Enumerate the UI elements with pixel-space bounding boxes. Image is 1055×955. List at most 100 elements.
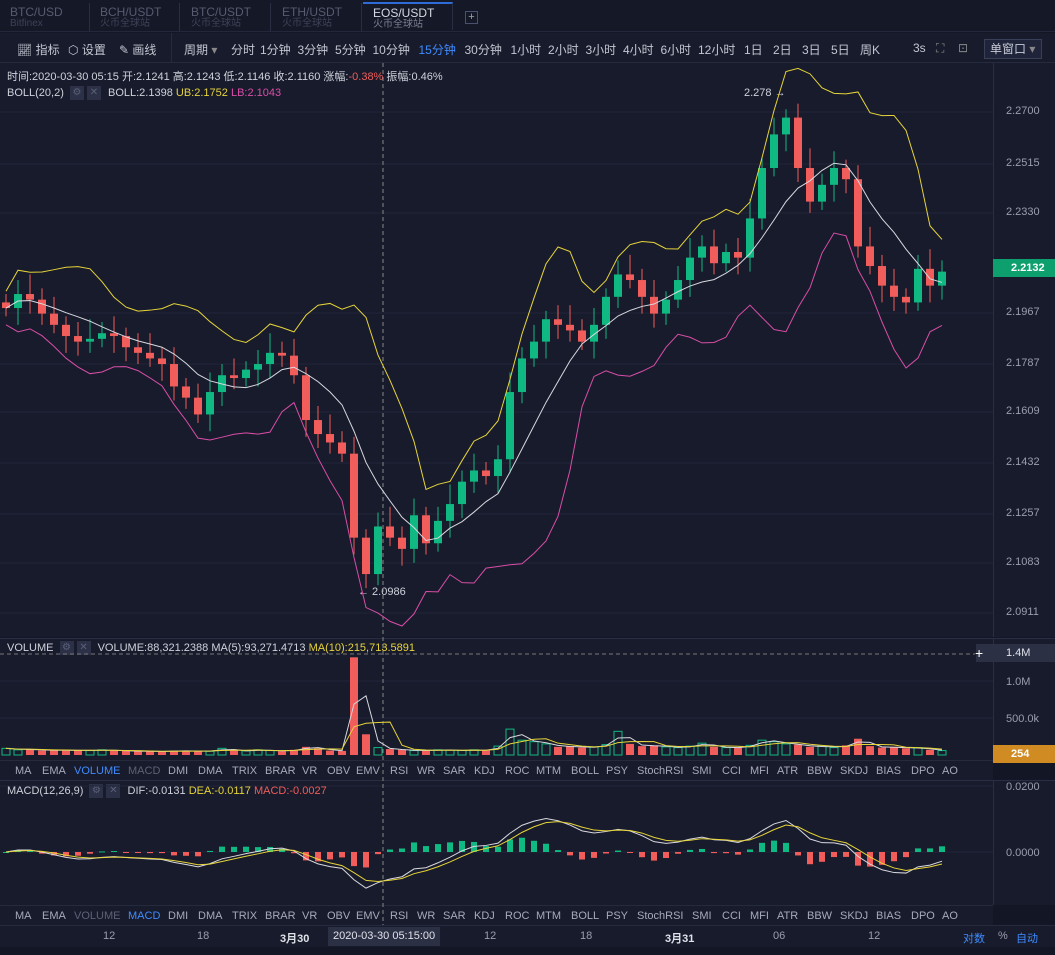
macd-histogram-bar bbox=[99, 851, 105, 853]
volume-bar bbox=[626, 743, 634, 755]
candle-body bbox=[194, 397, 202, 415]
volume-bar bbox=[362, 734, 370, 755]
macd-axis-label: 0.0200 bbox=[1006, 781, 1040, 793]
candle-body bbox=[770, 134, 778, 169]
candle-body bbox=[146, 352, 154, 359]
candle-body bbox=[698, 246, 706, 258]
candle-body bbox=[422, 515, 430, 544]
price-axis-label: 2.1083 bbox=[1006, 556, 1040, 568]
volume-bar bbox=[541, 743, 551, 756]
volume-axis[interactable]: 1.4M 1.0M 500.0k bbox=[976, 638, 1055, 760]
candle-body bbox=[878, 266, 886, 286]
candle-body bbox=[782, 117, 790, 135]
macd-histogram-bar bbox=[627, 852, 633, 853]
volume-bar bbox=[278, 751, 286, 755]
volume-bar bbox=[398, 749, 406, 755]
candle-body bbox=[386, 526, 394, 538]
macd-histogram-bar bbox=[903, 852, 909, 858]
macd-histogram-bar bbox=[411, 842, 417, 852]
volume-bar bbox=[781, 743, 791, 756]
boll-lower-line bbox=[5, 232, 943, 627]
candle-body bbox=[722, 252, 730, 264]
macd-histogram-bar bbox=[399, 848, 405, 852]
time-axis-label: 18 bbox=[197, 930, 210, 942]
volume-bar bbox=[1, 747, 11, 756]
volume-bar bbox=[566, 746, 574, 755]
macd-histogram-bar bbox=[123, 852, 129, 853]
volume-bar bbox=[241, 750, 251, 756]
macd-histogram-bar bbox=[111, 850, 117, 852]
macd-histogram-bar bbox=[579, 852, 585, 860]
candle-body bbox=[410, 515, 418, 549]
time-axis-label: 12 bbox=[484, 930, 497, 942]
macd-histogram-bar bbox=[819, 852, 825, 862]
candle-body bbox=[554, 319, 562, 325]
time-axis-label: 12 bbox=[868, 930, 881, 942]
candle-body bbox=[518, 358, 526, 393]
candle-body bbox=[506, 392, 514, 460]
candle-body bbox=[62, 324, 70, 337]
candle-body bbox=[182, 386, 190, 398]
price-axis[interactable]: 2.2700 2.2515 2.2330 2.1967 2.1787 2.1609 2.14… bbox=[993, 63, 1055, 637]
candle-body bbox=[890, 285, 898, 297]
macd-histogram-bar bbox=[171, 852, 177, 856]
volume-bar bbox=[158, 751, 166, 755]
volume-bar bbox=[650, 745, 658, 755]
macd-histogram-bar bbox=[87, 852, 93, 854]
volume-bar bbox=[38, 750, 46, 755]
macd-histogram-bar bbox=[783, 842, 789, 852]
macd-histogram-bar bbox=[639, 852, 645, 858]
macd-axis[interactable]: 0.0200 0.0000 bbox=[993, 780, 1055, 905]
price-axis-label: 2.2515 bbox=[1006, 157, 1040, 169]
volume-bar bbox=[685, 745, 695, 756]
candle-body bbox=[626, 274, 634, 281]
volume-bar bbox=[205, 750, 215, 756]
macd-histogram-bar bbox=[603, 852, 609, 854]
candle-body bbox=[170, 364, 178, 387]
candle-body bbox=[926, 268, 934, 286]
candle-body bbox=[614, 274, 622, 297]
volume-bar bbox=[529, 741, 539, 756]
volume-last-tag: 254 bbox=[993, 745, 1055, 763]
macd-histogram-bar bbox=[675, 852, 681, 854]
candle-body bbox=[566, 324, 574, 331]
volume-bar bbox=[493, 745, 503, 756]
time-axis[interactable]: 2020-03-30 05:15:00 对数 % 自动 12 18 3月30 12 18… bbox=[0, 925, 1055, 947]
macd-histogram-bar bbox=[423, 846, 429, 852]
macd-histogram-bar bbox=[351, 852, 357, 867]
chevron-down-icon: ▾ bbox=[1029, 42, 1036, 56]
macd-histogram-bar bbox=[495, 846, 501, 852]
candle-body bbox=[830, 168, 838, 185]
volume-bar bbox=[110, 750, 118, 755]
macd-histogram-bar bbox=[651, 852, 657, 861]
price-axis-label: 2.2700 bbox=[1006, 105, 1040, 117]
candle-body bbox=[746, 218, 754, 258]
volume-bar bbox=[554, 746, 562, 755]
candle-body bbox=[230, 375, 238, 379]
volume-bar bbox=[182, 751, 190, 755]
volume-bar bbox=[265, 750, 275, 756]
log-scale-toggle[interactable]: 对数 bbox=[963, 930, 985, 946]
macd-histogram-bar bbox=[447, 842, 453, 852]
volume-bar bbox=[230, 750, 238, 755]
volume-bar bbox=[350, 657, 358, 755]
candle-body bbox=[686, 257, 694, 281]
candle-body bbox=[314, 420, 322, 435]
candle-body bbox=[134, 347, 142, 353]
candle-body bbox=[866, 246, 874, 267]
candle-body bbox=[278, 352, 286, 356]
volume-bar bbox=[122, 750, 130, 755]
candle-body bbox=[50, 313, 58, 325]
candle-body bbox=[242, 369, 250, 379]
price-axis-label: 2.1609 bbox=[1006, 405, 1040, 417]
volume-bar bbox=[13, 749, 23, 756]
candle-body bbox=[398, 537, 406, 549]
macd-histogram-bar bbox=[195, 852, 201, 857]
price-axis-label: 2.1432 bbox=[1006, 456, 1040, 468]
macd-histogram-bar bbox=[135, 852, 141, 853]
macd-histogram-bar bbox=[759, 842, 765, 852]
candle-body bbox=[914, 268, 922, 303]
percent-scale-toggle[interactable]: % bbox=[998, 930, 1008, 942]
auto-scale-toggle[interactable]: 自动 bbox=[1016, 930, 1038, 946]
macd-histogram-bar bbox=[567, 852, 573, 856]
